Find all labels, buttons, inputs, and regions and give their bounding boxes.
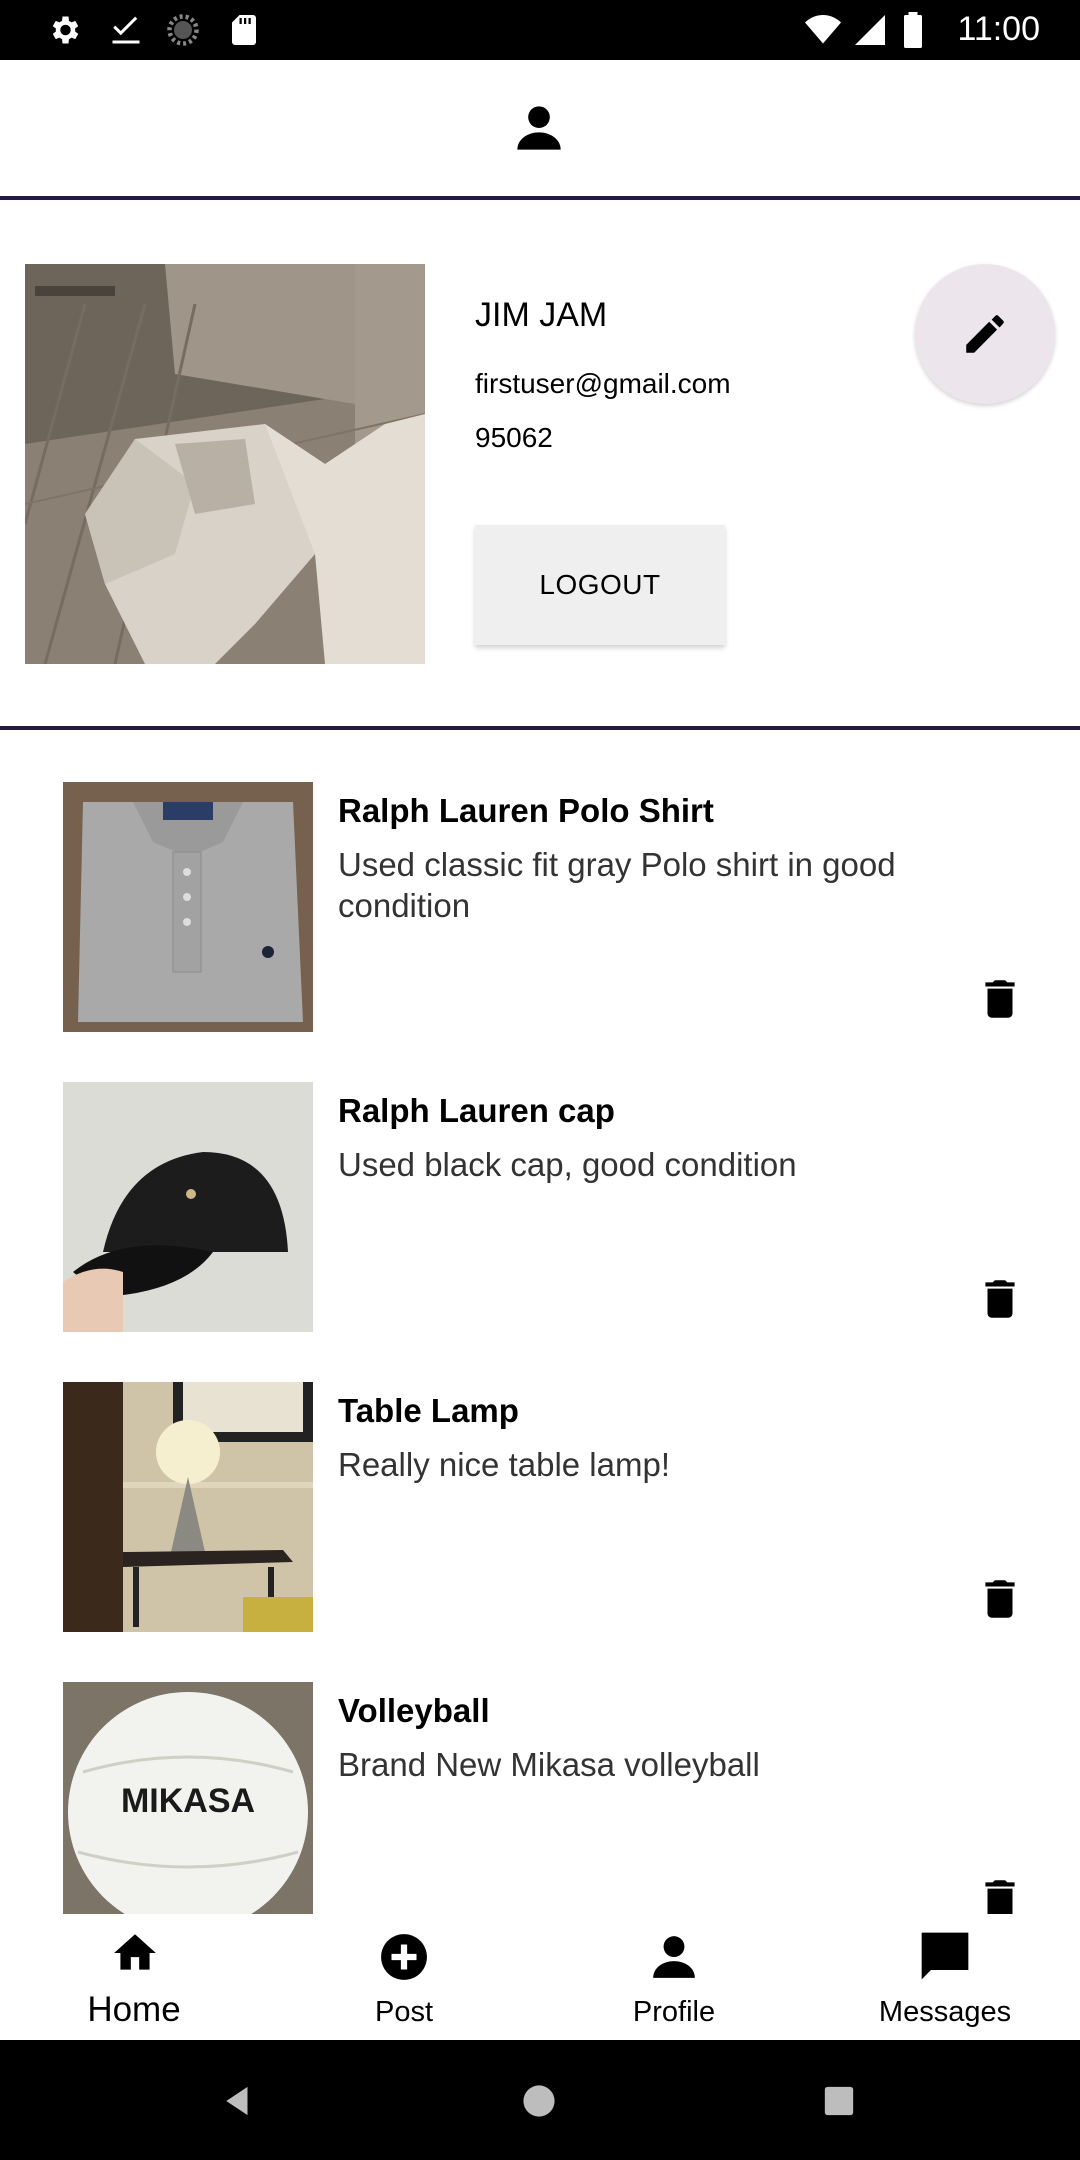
status-bar: 11:00: [0, 0, 1080, 60]
message-icon: [921, 1932, 969, 1980]
listing-thumbnail-volleyball: MIKASA: [63, 1682, 313, 1914]
profile-zip: 95062: [475, 422, 553, 453]
nav-messages[interactable]: Messages: [845, 1914, 1045, 2040]
pencil-icon: [966, 315, 1004, 353]
logout-button[interactable]: LOGOUT: [475, 525, 725, 645]
nav-post-label: Post: [374, 1996, 434, 2028]
listing-description: Brand New Mikasa volleyball: [338, 1746, 760, 1783]
list-item[interactable]: Ralph Lauren Polo Shirt Used classic fit…: [0, 782, 1080, 1082]
nav-home-label: Home: [87, 1990, 181, 2029]
listing-title: Table Lamp: [338, 1392, 519, 1429]
listing-thumbnail-polo: [63, 782, 313, 1032]
download-done-icon: [112, 16, 140, 44]
listing-title: Ralph Lauren cap: [338, 1092, 615, 1129]
list-item[interactable]: Table Lamp Really nice table lamp!: [0, 1382, 1080, 1682]
listing-thumbnail-lamp: [63, 1382, 313, 1632]
home-icon: [114, 1934, 156, 1970]
profile-photo: [25, 264, 425, 664]
sd-card-icon: [232, 15, 256, 45]
listing-title: Volleyball: [338, 1692, 490, 1729]
nav-post[interactable]: Post: [304, 1914, 504, 2040]
sync-icon: [167, 14, 199, 46]
settings-icon: [52, 16, 79, 44]
battery-icon: [904, 12, 922, 48]
app-bar: [0, 60, 1080, 198]
listing-description: Used classic fit gray Polo shirt in good…: [338, 846, 896, 924]
back-icon[interactable]: [222, 2084, 256, 2118]
listing-description: Really nice table lamp!: [338, 1446, 670, 1483]
bottom-navigation: Home Post Profile Messages: [0, 1914, 1080, 2040]
cell-signal-icon: [855, 15, 885, 45]
add-circle-icon: [381, 1934, 427, 1980]
delete-icon[interactable]: [975, 1274, 1025, 1324]
wifi-icon: [805, 15, 841, 44]
system-navigation-bar: [0, 2040, 1080, 2160]
listing-title: Ralph Lauren Polo Shirt: [338, 792, 714, 829]
edit-profile-button[interactable]: [915, 264, 1055, 404]
profile-name: JIM JAM: [475, 296, 608, 334]
profile-email: firstuser@gmail.com: [475, 368, 731, 399]
recents-icon[interactable]: [822, 2084, 856, 2118]
person-icon: [653, 1936, 695, 1978]
nav-home[interactable]: Home: [34, 1914, 234, 2040]
nav-profile-label: Profile: [632, 1996, 716, 2028]
nav-messages-label: Messages: [878, 1996, 1012, 2028]
delete-icon[interactable]: [975, 1574, 1025, 1624]
delete-icon[interactable]: [975, 974, 1025, 1024]
list-item[interactable]: MIKASA Volleyball Brand New Mikasa volle…: [0, 1682, 1080, 1914]
listing-thumbnail-cap: [63, 1082, 313, 1332]
home-circle-icon[interactable]: [522, 2084, 556, 2118]
volleyball-brand: MIKASA: [121, 1782, 255, 1820]
listing-description: Used black cap, good condition: [338, 1146, 797, 1183]
account-icon: [517, 106, 561, 150]
nav-profile[interactable]: Profile: [574, 1914, 774, 2040]
status-time: 11:00: [957, 10, 1040, 48]
list-item[interactable]: Ralph Lauren cap Used black cap, good co…: [0, 1082, 1080, 1382]
profile-divider: [0, 726, 1080, 730]
header-divider: [0, 196, 1080, 200]
delete-icon[interactable]: [975, 1874, 1025, 1914]
